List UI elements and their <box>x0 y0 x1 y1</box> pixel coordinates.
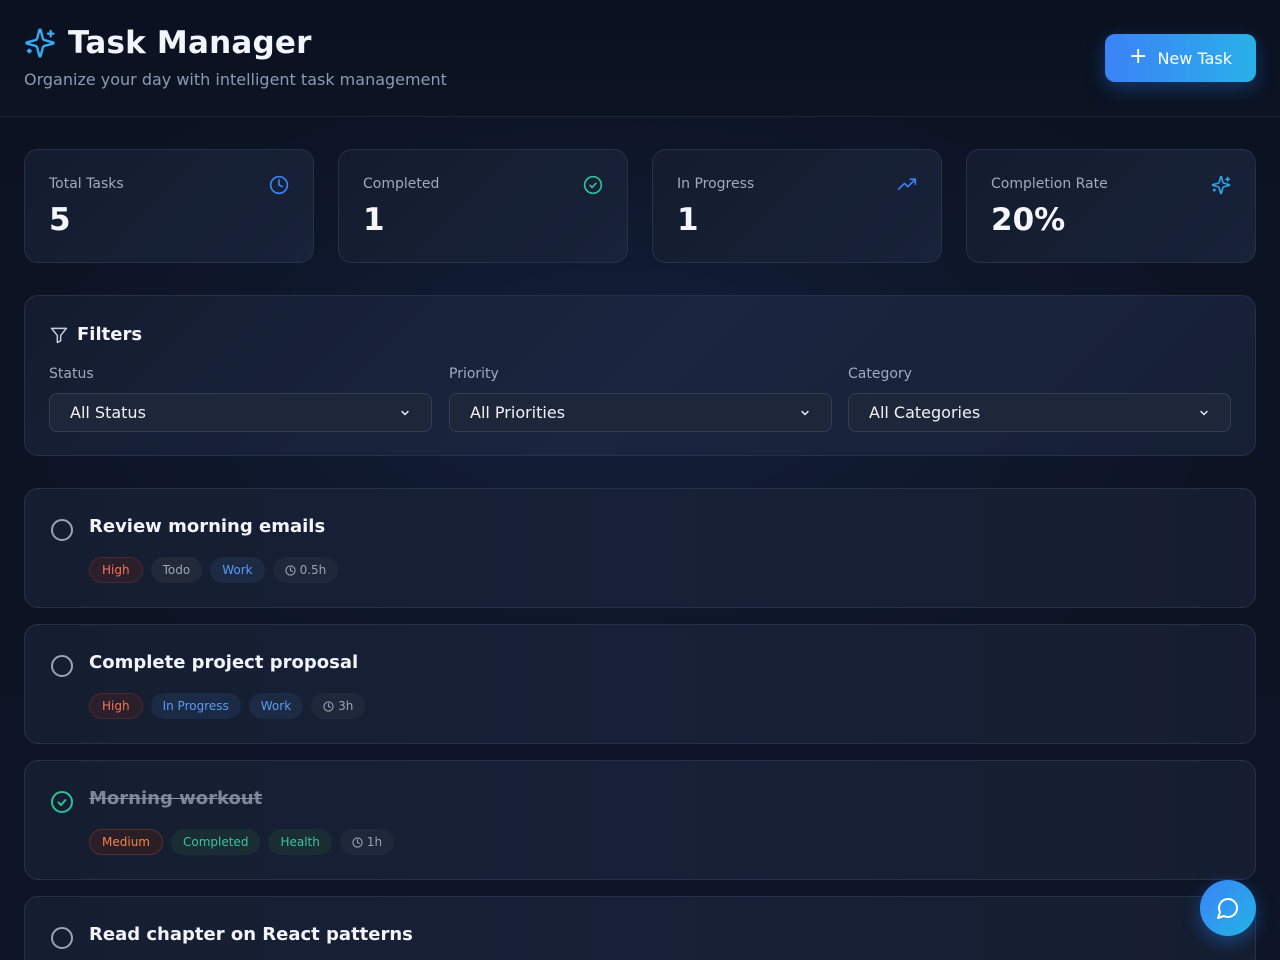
priority-badge: High <box>89 557 143 583</box>
task-card[interactable]: Complete project proposal High In Progre… <box>24 624 1256 744</box>
filter-icon <box>49 325 69 345</box>
stat-value: 5 <box>49 202 71 238</box>
task-title: Read chapter on React patterns <box>89 924 413 945</box>
filters-header: Filters <box>49 324 142 345</box>
task-card[interactable]: Read chapter on React patterns <box>24 896 1256 960</box>
status-filter: Status All Status <box>49 366 432 432</box>
chevron-down-icon <box>799 407 811 419</box>
task-title: Morning workout <box>89 788 263 809</box>
duration-badge: 3h <box>311 693 366 719</box>
task-card[interactable]: Review morning emails High Todo Work 0.5… <box>24 488 1256 608</box>
page-subtitle: Organize your day with intelligent task … <box>24 70 447 89</box>
category-badge: Health <box>268 829 332 855</box>
duration-value: 3h <box>338 699 354 713</box>
circle-icon[interactable] <box>50 654 74 678</box>
stat-card-completed: Completed 1 <box>338 149 628 263</box>
check-circle-icon <box>583 175 603 195</box>
chevron-down-icon <box>1198 407 1210 419</box>
priority-select[interactable]: All Priorities <box>449 393 832 432</box>
task-tags: High Todo Work 0.5h <box>89 557 339 583</box>
clock-icon <box>352 836 363 848</box>
task-tags: Medium Completed Health 1h <box>89 829 395 855</box>
sparkles-icon <box>1211 175 1231 195</box>
status-badge: Completed <box>170 829 261 855</box>
task-title: Complete project proposal <box>89 652 359 673</box>
status-select[interactable]: All Status <box>49 393 432 432</box>
chat-button[interactable] <box>1200 880 1256 936</box>
page-title: Task Manager <box>68 25 312 61</box>
filters-title: Filters <box>77 324 143 345</box>
stat-label: Completed <box>363 176 440 192</box>
duration-value: 1h <box>366 835 383 849</box>
clock-icon <box>269 175 289 195</box>
priority-badge: Medium <box>89 829 163 855</box>
priority-badge: High <box>89 693 143 719</box>
brand: Task Manager <box>24 25 312 61</box>
category-filter: Category All Categories <box>848 366 1231 432</box>
task-title: Review morning emails <box>89 516 326 537</box>
priority-filter: Priority All Priorities <box>449 366 832 432</box>
trending-up-icon <box>897 175 917 195</box>
stat-value: 1 <box>677 202 699 238</box>
circle-icon[interactable] <box>50 518 74 542</box>
plus-icon: + <box>1129 44 1148 69</box>
duration-badge: 1h <box>339 829 395 855</box>
stat-label: Total Tasks <box>49 176 124 192</box>
filters-panel: Filters Status All Status Priority All P… <box>24 295 1256 456</box>
status-badge: In Progress <box>150 693 241 719</box>
status-badge: Todo <box>150 557 203 583</box>
stat-label: In Progress <box>677 176 755 192</box>
stat-value: 20% <box>991 202 1066 238</box>
sparkles-icon <box>24 27 56 59</box>
category-badge: Work <box>248 693 304 719</box>
chevron-down-icon <box>399 407 411 419</box>
duration-value: 0.5h <box>299 563 327 577</box>
stat-card-in-progress: In Progress 1 <box>652 149 942 263</box>
category-select-value: All Categories <box>869 403 981 422</box>
clock-icon <box>284 564 296 576</box>
stat-value: 1 <box>363 202 385 238</box>
status-filter-label: Status <box>49 366 94 382</box>
stat-card-completion-rate: Completion Rate 20% <box>966 149 1256 263</box>
task-card[interactable]: Morning workout Medium Completed Health … <box>24 760 1256 880</box>
status-select-value: All Status <box>70 403 146 422</box>
stat-label: Completion Rate <box>991 176 1108 192</box>
app-header: Task Manager Organize your day with inte… <box>0 0 1280 117</box>
new-task-label: New Task <box>1157 48 1232 68</box>
category-filter-label: Category <box>848 366 912 382</box>
category-badge: Work <box>210 557 265 583</box>
priority-select-value: All Priorities <box>470 403 566 422</box>
stat-card-total-tasks: Total Tasks 5 <box>24 149 314 263</box>
duration-badge: 0.5h <box>272 557 339 583</box>
category-select[interactable]: All Categories <box>848 393 1231 432</box>
new-task-button[interactable]: + New Task <box>1105 34 1256 82</box>
priority-filter-label: Priority <box>449 366 499 382</box>
message-circle-icon <box>1216 896 1240 920</box>
check-circle-icon[interactable] <box>50 790 74 814</box>
circle-icon[interactable] <box>50 926 74 950</box>
task-tags: High In Progress Work 3h <box>89 693 366 719</box>
clock-icon <box>323 700 334 712</box>
